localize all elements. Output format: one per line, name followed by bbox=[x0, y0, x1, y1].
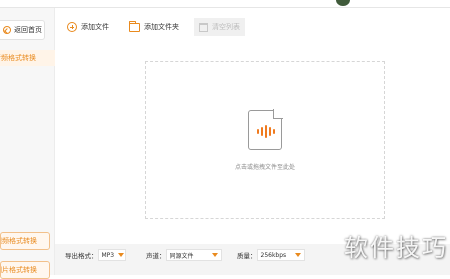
chevron-down-icon bbox=[211, 253, 218, 257]
channel-select[interactable]: 同源文件 bbox=[165, 249, 222, 261]
back-home-button[interactable]: 返回首页 bbox=[0, 20, 45, 40]
sidebar: 返回首页 音频格式转换 视频格式转换 图片格式转换 bbox=[0, 8, 55, 279]
channel-label: 声道： bbox=[146, 252, 166, 260]
quality-label: 质量： bbox=[237, 252, 257, 260]
quality-value: 256kbps bbox=[260, 251, 287, 259]
file-drop-zone[interactable]: 点击或拖拽文件至此处 bbox=[145, 61, 385, 219]
add-file-label: 添加文件 bbox=[81, 23, 109, 31]
sidebar-item-audio-convert[interactable]: 音频格式转换 bbox=[0, 50, 55, 66]
chevron-down-icon bbox=[294, 253, 301, 257]
clear-list-button[interactable]: 清空列表 bbox=[194, 18, 245, 36]
watermark: 软件技巧 bbox=[344, 234, 448, 262]
folder-icon bbox=[129, 20, 140, 32]
sidebar-item-image-convert[interactable]: 图片格式转换 bbox=[0, 261, 50, 279]
chevron-down-icon bbox=[118, 253, 125, 257]
avatar[interactable] bbox=[336, 0, 350, 6]
title-bar bbox=[0, 0, 450, 8]
sidebar-item-label: 视频格式转换 bbox=[1, 237, 37, 245]
sidebar-item-label: 图片格式转换 bbox=[1, 266, 37, 274]
format-field: 导出格式： MP3 bbox=[65, 249, 126, 261]
format-select[interactable]: MP3 bbox=[97, 249, 126, 261]
sidebar-item-video-convert[interactable]: 视频格式转换 bbox=[0, 232, 50, 250]
sidebar-item-label: 音频格式转换 bbox=[0, 54, 36, 62]
format-value: MP3 bbox=[101, 251, 115, 259]
channel-value: 同源文件 bbox=[169, 252, 194, 260]
format-label: 导出格式： bbox=[65, 252, 98, 260]
toolbar: 添加文件 添加文件夹 清空列表 bbox=[62, 18, 245, 38]
clear-list-label: 清空列表 bbox=[212, 23, 240, 31]
trash-icon bbox=[199, 22, 208, 32]
back-icon bbox=[3, 26, 11, 34]
back-home-label: 返回首页 bbox=[14, 26, 42, 34]
plus-circle-icon bbox=[67, 22, 77, 32]
add-folder-label: 添加文件夹 bbox=[144, 23, 179, 31]
drop-hint-text: 点击或拖拽文件至此处 bbox=[234, 164, 295, 171]
quality-field: 质量： 256kbps bbox=[237, 249, 305, 261]
add-file-button[interactable]: 添加文件 bbox=[62, 18, 114, 36]
add-folder-button[interactable]: 添加文件夹 bbox=[124, 18, 184, 36]
quality-select[interactable]: 256kbps bbox=[256, 249, 305, 261]
audio-file-icon bbox=[248, 109, 283, 150]
channel-field: 声道： 同源文件 bbox=[146, 249, 222, 261]
